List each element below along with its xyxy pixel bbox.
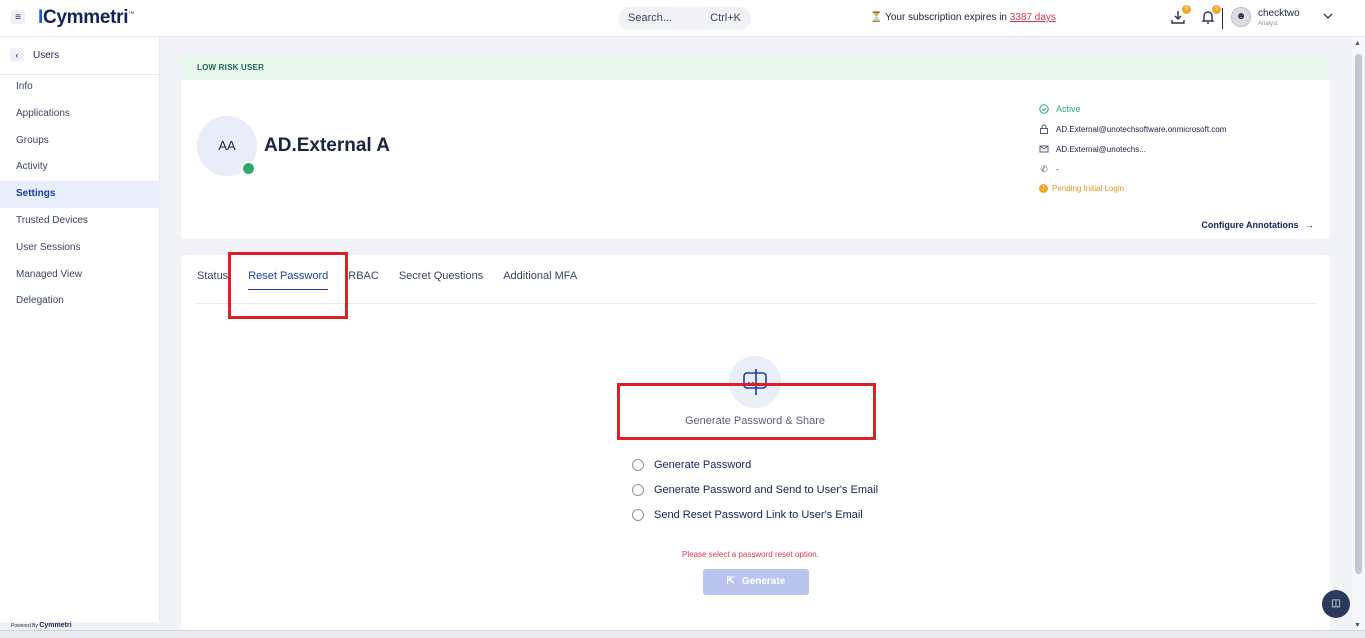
hourglass-icon: ⏳	[870, 12, 883, 23]
highlight-box-generate	[617, 383, 876, 440]
download-icon[interactable]: 9	[1169, 5, 1191, 27]
scroll-down-icon[interactable]: ▼	[1354, 622, 1361, 629]
sidebar-item-settings[interactable]: Settings	[0, 181, 160, 208]
search-shortcut: Ctrl+K	[710, 12, 741, 24]
sidebar-item-applications[interactable]: Applications	[0, 101, 160, 128]
top-divider	[1222, 8, 1223, 29]
scroll-up-icon[interactable]: ▲	[1354, 40, 1361, 47]
powered-by-brand: Cymmetri	[39, 622, 72, 629]
phone-row: ✆ -	[1039, 164, 1059, 174]
option-reset-link-email[interactable]: Send Reset Password Link to User's Email	[632, 509, 863, 521]
powered-by: Powered By Cymmetri	[11, 622, 72, 629]
settings-card: Status Reset Password RBAC Secret Questi…	[181, 252, 1330, 638]
sidebar-item-activity[interactable]: Activity	[0, 154, 160, 181]
sidebar-item-user-sessions[interactable]: User Sessions	[0, 235, 160, 262]
email-text: AD.External@unotechs...	[1056, 144, 1146, 154]
login-row: AD.External@unotechsoftware.onmicrosoft.…	[1039, 124, 1226, 134]
status-text: Active	[1056, 104, 1081, 114]
user-name[interactable]: checktwo	[1258, 8, 1300, 19]
notification-badge: 9	[1212, 5, 1221, 14]
pending-text: Pending Initial Login	[1052, 184, 1125, 193]
email-row: AD.External@unotechs...	[1039, 144, 1146, 154]
bell-icon[interactable]: 9	[1199, 5, 1221, 27]
generate-button[interactable]: ⇱ Generate	[703, 569, 809, 595]
subscription-days-link[interactable]: 3387 days	[1010, 12, 1056, 23]
option-generate-password[interactable]: Generate Password	[632, 459, 751, 471]
powered-by-label: Powered By	[11, 623, 38, 629]
scrollbar-thumb[interactable]	[1355, 54, 1362, 574]
tab-additional-mfa[interactable]: Additional MFA	[503, 270, 577, 290]
option-label: Generate Password and Send to User's Ema…	[654, 484, 879, 496]
logo-tm: ™	[128, 11, 134, 18]
online-indicator	[241, 161, 256, 176]
risk-banner: LOW RISK USER	[181, 55, 1330, 80]
subscription-notice: ⏳ Your subscription expires in 3387 days	[870, 12, 1056, 23]
search-box[interactable]: Search... Ctrl+K	[618, 7, 751, 30]
back-label: Users	[33, 49, 60, 61]
user-avatar[interactable]: ☻	[1231, 7, 1251, 27]
sidebar-item-info[interactable]: Info	[0, 74, 160, 101]
check-circle-icon	[1039, 104, 1049, 114]
sidebar-nav: Info Applications Groups Activity Settin…	[0, 74, 160, 315]
option-generate-send-email[interactable]: Generate Password and Send to User's Ema…	[632, 484, 878, 496]
chevron-left-icon: ‹	[10, 48, 24, 62]
sidebar-item-managed-view[interactable]: Managed View	[0, 262, 160, 289]
back-to-users[interactable]: ‹ Users	[10, 48, 59, 62]
highlight-box-tab	[228, 252, 348, 319]
download-badge: 9	[1182, 5, 1191, 14]
validation-error: Please select a password reset option.	[682, 550, 819, 559]
profile-name: AD.External A	[264, 135, 390, 156]
bottom-strip	[0, 630, 1365, 638]
subscription-text: Your subscription expires in	[885, 12, 1007, 23]
sidebar-item-trusted-devices[interactable]: Trusted Devices	[0, 208, 160, 235]
sidebar-item-groups[interactable]: Groups	[0, 128, 160, 155]
mail-icon	[1039, 144, 1049, 154]
generate-share-heading: Generate Password & Share	[685, 415, 826, 427]
logo-text: Cymmetri	[42, 7, 129, 28]
login-text: AD.External@unotechsoftware.onmicrosoft.…	[1056, 124, 1227, 134]
configure-annotations-link[interactable]: Configure Annotations →	[1201, 220, 1314, 230]
arrow-right-icon: →	[1305, 220, 1314, 230]
search-placeholder: Search...	[628, 12, 673, 24]
pending-row: ! Pending Initial Login	[1039, 184, 1124, 193]
status-row: Active	[1039, 104, 1081, 114]
menu-icon[interactable]: ≡	[11, 10, 25, 24]
tab-secret-questions[interactable]: Secret Questions	[399, 270, 483, 290]
help-book-icon[interactable]: ◫	[1322, 590, 1350, 618]
external-link-icon: ⇱	[726, 576, 736, 587]
option-label: Generate Password	[654, 459, 752, 471]
option-label: Send Reset Password Link to User's Email	[654, 509, 863, 521]
sidebar-item-delegation[interactable]: Delegation	[0, 288, 160, 315]
lock-icon	[1039, 124, 1049, 134]
info-icon: !	[1039, 184, 1048, 193]
tab-status[interactable]: Status	[197, 270, 228, 290]
radio-generate-password[interactable]	[632, 459, 644, 471]
radio-reset-link-email[interactable]	[632, 509, 644, 521]
generate-button-label: Generate	[741, 576, 786, 587]
phone-text: -	[1056, 164, 1059, 174]
top-bar: ≡ ICymmetri™ Search... Ctrl+K ⏳ Your sub…	[0, 0, 1365, 37]
radio-generate-send-email[interactable]	[632, 484, 644, 496]
user-role: Analyst	[1258, 21, 1278, 27]
configure-label: Configure Annotations	[1201, 220, 1299, 230]
tab-rbac[interactable]: RBAC	[348, 270, 379, 290]
phone-icon: ✆	[1040, 164, 1048, 174]
profile-card: LOW RISK USER AA AD.External A Active AD…	[181, 55, 1330, 239]
tab-divider	[197, 303, 1315, 304]
chevron-down-icon[interactable]	[1322, 10, 1334, 25]
sidebar: ‹ Users Info Applications Groups Activit…	[0, 37, 160, 622]
logo[interactable]: ICymmetri™	[38, 7, 134, 29]
